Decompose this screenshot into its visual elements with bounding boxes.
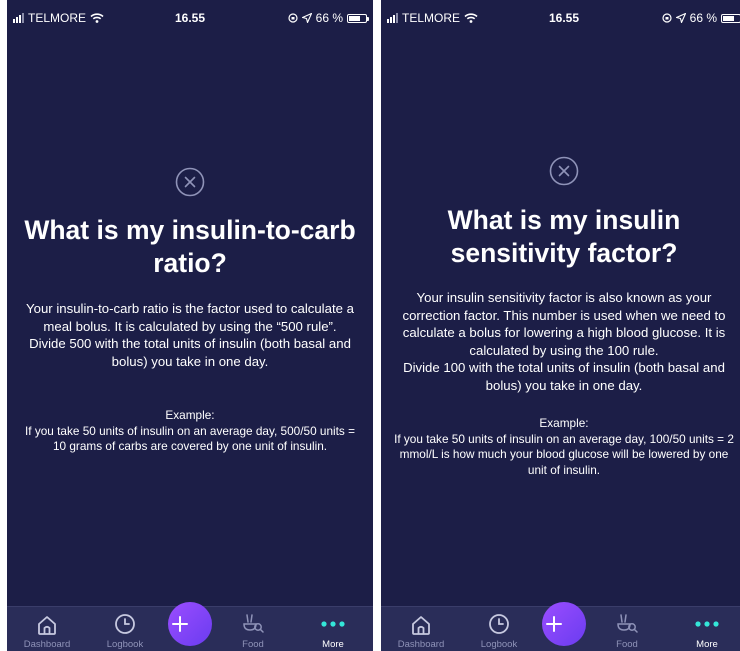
clock-icon <box>115 614 135 634</box>
battery-icon <box>347 13 369 23</box>
battery-percent: 66 % <box>689 11 717 25</box>
description-paragraph: Divide 500 with the total units of insul… <box>29 336 351 369</box>
bottom-tab-bar: Dashboard Logbook Food More <box>381 602 740 651</box>
battery-percent: 66 % <box>315 11 343 25</box>
example-text: If you take 50 units of insulin on an av… <box>25 423 355 454</box>
description: Your insulin sensitivity factor is also … <box>391 289 737 394</box>
home-icon <box>38 616 56 635</box>
tab-more[interactable]: More <box>303 607 363 651</box>
tab-label: Dashboard <box>397 639 445 650</box>
example-block: Example: If you take 50 units of insulin… <box>391 416 737 478</box>
page-title: What is my insulin-to-carb ratio? <box>24 215 356 278</box>
more-dots-icon <box>695 621 719 627</box>
clock-icon <box>489 614 509 634</box>
phone-screen-insulin-to-carb: TELMORE 16.55 66 % What is my insulin-to… <box>7 0 373 651</box>
description-paragraph: Your insulin sensitivity factor is also … <box>402 290 726 358</box>
tab-label: Logbook <box>480 639 518 650</box>
tab-dashboard[interactable]: Dashboard <box>391 607 451 651</box>
add-button[interactable] <box>542 602 586 646</box>
tab-label: Dashboard <box>23 639 71 650</box>
home-icon <box>412 616 430 635</box>
more-dots-icon <box>321 621 345 627</box>
add-entry-tab[interactable] <box>160 602 220 651</box>
tab-food[interactable]: Food <box>597 607 657 651</box>
example-heading: Example: <box>165 408 215 422</box>
location-icon <box>301 13 312 23</box>
description: Your insulin-to-carb ratio is the factor… <box>17 300 363 370</box>
tab-label: Logbook <box>106 639 144 650</box>
status-bar: TELMORE 16.55 66 % <box>7 0 373 34</box>
add-button[interactable] <box>168 602 212 646</box>
tab-dashboard[interactable]: Dashboard <box>17 607 77 651</box>
phone-screen-insulin-sensitivity: TELMORE 16.55 66 % What is my insulin se… <box>381 0 740 651</box>
battery-icon <box>721 13 740 23</box>
bottom-tab-bar: Dashboard Logbook Food More <box>7 602 373 651</box>
example-text: If you take 50 units of insulin on an av… <box>394 431 734 477</box>
tab-food[interactable]: Food <box>223 607 283 651</box>
example-block: Example: If you take 50 units of insulin… <box>17 408 363 455</box>
rotation-lock-icon <box>662 13 672 23</box>
description-paragraph: Divide 100 with the total units of insul… <box>403 360 725 393</box>
close-icon[interactable] <box>549 156 579 186</box>
tab-label: More <box>322 639 344 650</box>
add-entry-tab[interactable] <box>534 602 594 651</box>
tab-more[interactable]: More <box>677 607 737 651</box>
food-icon <box>243 614 264 633</box>
page-title: What is my insulin sensitivity factor? <box>447 205 681 268</box>
plus-icon <box>172 616 188 632</box>
tab-logbook[interactable]: Logbook <box>95 607 155 651</box>
description-paragraph: Your insulin-to-carb ratio is the factor… <box>26 301 354 334</box>
tab-logbook[interactable]: Logbook <box>469 607 529 651</box>
plus-icon <box>546 616 562 632</box>
rotation-lock-icon <box>288 13 298 23</box>
location-icon <box>675 13 686 23</box>
tab-label: Food <box>242 639 264 650</box>
example-heading: Example: <box>539 416 589 430</box>
status-bar: TELMORE 16.55 66 % <box>381 0 740 34</box>
food-icon <box>617 614 638 633</box>
tab-label: Food <box>616 639 638 650</box>
close-icon[interactable] <box>175 167 205 197</box>
tab-label: More <box>696 639 718 650</box>
